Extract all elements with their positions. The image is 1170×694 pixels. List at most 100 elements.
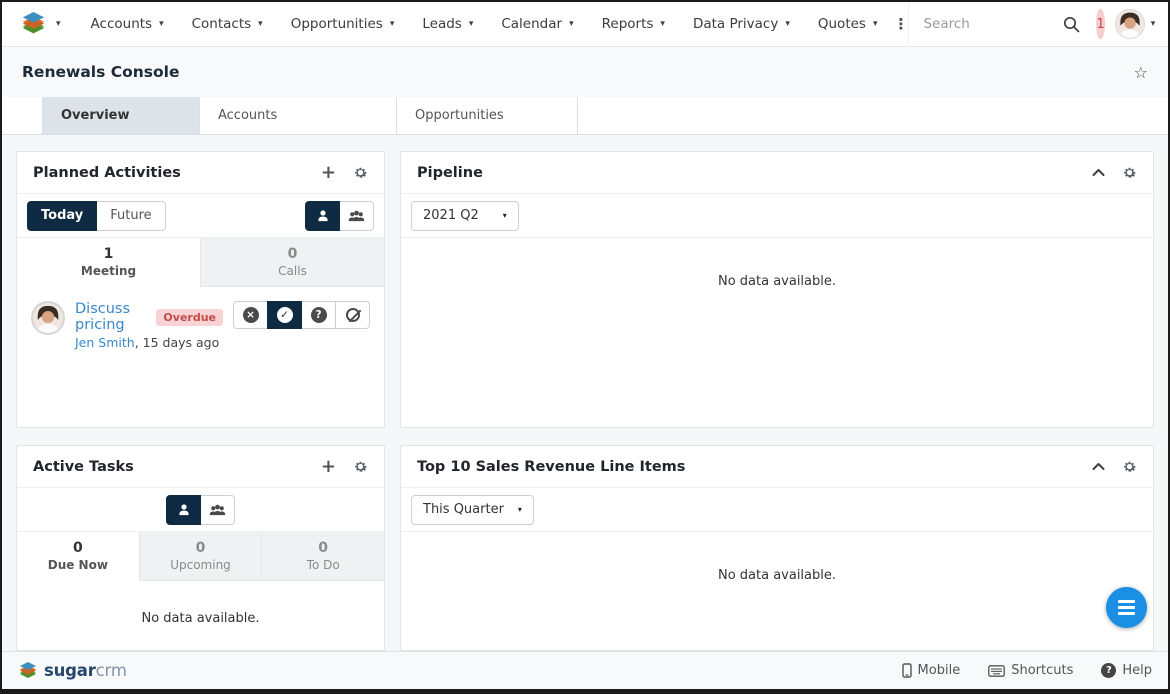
- active-tasks-empty-message: No data available.: [17, 581, 384, 626]
- menu-accounts[interactable]: Accounts ▾: [91, 16, 164, 32]
- slash-circle-icon: [346, 308, 360, 322]
- question-circle-icon: ?: [311, 307, 327, 323]
- tab-opportunities[interactable]: Opportunities: [397, 97, 578, 134]
- sugarcrm-cube-logo-icon: [18, 662, 38, 680]
- main-menu: Accounts ▾ Contacts ▾ Opportunities ▾ Le…: [91, 16, 878, 32]
- console-tabs: Overview Accounts Opportunities: [2, 97, 1168, 135]
- add-icon[interactable]: +: [321, 458, 336, 476]
- footer-links: Mobile Shortcuts ? Help: [902, 663, 1152, 678]
- counter-upcoming[interactable]: 0 Upcoming: [139, 532, 262, 581]
- panel-top-sales: Top 10 Sales Revenue Line Items: [400, 445, 1154, 651]
- caret-down-icon: ▾: [873, 20, 878, 29]
- pipeline-empty-message: No data available.: [401, 238, 1153, 289]
- menu-quotes[interactable]: Quotes ▾: [818, 16, 878, 32]
- team-items-button[interactable]: [339, 201, 374, 231]
- activity-title-link[interactable]: Discuss pricing: [75, 301, 147, 333]
- check-circle-icon: ✓: [277, 307, 293, 323]
- footer: sugarcrm Mobile: [2, 651, 1168, 689]
- gear-icon[interactable]: [353, 459, 368, 474]
- person-icon: [177, 503, 191, 517]
- team-tasks-button[interactable]: [200, 495, 235, 525]
- dismiss-activity-button[interactable]: ×: [233, 301, 268, 329]
- counter-calls[interactable]: 0 Calls: [200, 238, 384, 287]
- mobile-link[interactable]: Mobile: [902, 663, 961, 678]
- menu-opportunities[interactable]: Opportunities ▾: [291, 16, 395, 32]
- help-link[interactable]: ? Help: [1101, 663, 1152, 678]
- pipeline-header: Pipeline: [401, 152, 1153, 194]
- shortcuts-link[interactable]: Shortcuts: [988, 663, 1073, 678]
- page-title: Renewals Console: [22, 63, 179, 81]
- group-icon: [209, 503, 226, 517]
- notification-badge[interactable]: 1: [1096, 9, 1104, 39]
- app-window: ▾ Accounts ▾ Contacts ▾ Opportunities ▾ …: [0, 0, 1170, 694]
- decline-activity-button[interactable]: [335, 301, 370, 329]
- user-profile-menu[interactable]: ▾: [1115, 9, 1156, 39]
- more-modules-icon[interactable]: ⋮: [893, 15, 908, 33]
- caret-down-icon: ▾: [1151, 20, 1156, 29]
- my-tasks-button[interactable]: [166, 495, 201, 525]
- gear-icon[interactable]: [353, 165, 368, 180]
- caret-down-icon: ▾: [469, 20, 474, 29]
- brand-crm: crm: [96, 661, 127, 680]
- planned-activities-header: Planned Activities +: [17, 152, 384, 194]
- activity-actions: × ✓ ?: [233, 301, 370, 329]
- menu-calendar[interactable]: Calendar ▾: [501, 16, 573, 32]
- assignee-link[interactable]: Jen Smith: [75, 335, 135, 350]
- my-items-button[interactable]: [305, 201, 340, 231]
- top-sales-period-select[interactable]: This Quarter ▾: [411, 495, 534, 525]
- keyboard-icon: [988, 665, 1005, 677]
- caret-down-icon: ▾: [503, 212, 507, 220]
- group-icon: [348, 209, 365, 223]
- counter-to-do[interactable]: 0 To Do: [261, 532, 384, 581]
- panel-planned-activities: Planned Activities + Today Future: [16, 151, 385, 428]
- menu-data-privacy[interactable]: Data Privacy ▾: [693, 16, 790, 32]
- caret-down-icon: ▾: [569, 20, 574, 29]
- activity-row: Discuss pricing Overdue Jen Smith, 15 da…: [17, 287, 384, 350]
- top-sales-header: Top 10 Sales Revenue Line Items: [401, 446, 1153, 488]
- caret-down-icon: ▾: [785, 20, 790, 29]
- filter-today-button[interactable]: Today: [27, 201, 97, 231]
- tentative-activity-button[interactable]: ?: [301, 301, 336, 329]
- gear-icon[interactable]: [1122, 459, 1137, 474]
- search-input[interactable]: [923, 16, 1063, 32]
- caret-down-icon: ▾: [258, 20, 263, 29]
- planned-activities-toolbar: Today Future: [17, 194, 384, 238]
- filter-future-button[interactable]: Future: [96, 201, 165, 231]
- chevron-up-icon[interactable]: [1092, 168, 1105, 177]
- counter-meetings[interactable]: 1 Meeting: [17, 238, 200, 287]
- panel-pipeline: Pipeline 2021 Q2: [400, 151, 1154, 428]
- gear-icon[interactable]: [1122, 165, 1137, 180]
- quick-actions-fab[interactable]: [1106, 587, 1147, 628]
- favorite-star-icon[interactable]: ☆: [1134, 63, 1148, 82]
- tab-overview[interactable]: Overview: [42, 97, 200, 134]
- menu-leads[interactable]: Leads ▾: [422, 16, 473, 32]
- owner-filter-group: [166, 495, 235, 525]
- menu-contacts[interactable]: Contacts ▾: [192, 16, 263, 32]
- menu-reports[interactable]: Reports ▾: [602, 16, 665, 32]
- active-tasks-header: Active Tasks +: [17, 446, 384, 488]
- search-icon[interactable]: [1063, 16, 1080, 33]
- panel-title: Planned Activities: [33, 165, 321, 181]
- dashboard-content: Planned Activities + Today Future: [2, 135, 1168, 651]
- time-filter-group: Today Future: [27, 201, 166, 231]
- pipeline-quarter-select[interactable]: 2021 Q2 ▾: [411, 201, 519, 231]
- sugarcrm-cube-logo-icon: [20, 12, 47, 36]
- caret-down-icon: ▾: [56, 20, 61, 29]
- panel-active-tasks: Active Tasks +: [16, 445, 385, 651]
- sugarcrm-footer-logo: sugarcrm: [18, 661, 127, 680]
- tab-accounts[interactable]: Accounts: [200, 97, 397, 134]
- mobile-phone-icon: [902, 663, 912, 678]
- add-icon[interactable]: +: [321, 164, 336, 182]
- task-counters: 0 Due Now 0 Upcoming 0 To Do: [17, 532, 384, 581]
- caret-down-icon: ▾: [518, 506, 522, 514]
- chevron-up-icon[interactable]: [1092, 462, 1105, 471]
- home-menu-button[interactable]: ▾: [20, 12, 61, 36]
- panel-title: Active Tasks: [33, 459, 321, 475]
- panel-title: Top 10 Sales Revenue Line Items: [417, 459, 1092, 475]
- active-tasks-toolbar: [17, 488, 384, 532]
- top-sales-toolbar: This Quarter ▾: [401, 488, 1153, 532]
- complete-activity-button[interactable]: ✓: [267, 301, 302, 329]
- caret-down-icon: ▾: [390, 20, 395, 29]
- counter-due-now[interactable]: 0 Due Now: [17, 532, 139, 581]
- activity-details: Discuss pricing Overdue Jen Smith, 15 da…: [75, 301, 223, 350]
